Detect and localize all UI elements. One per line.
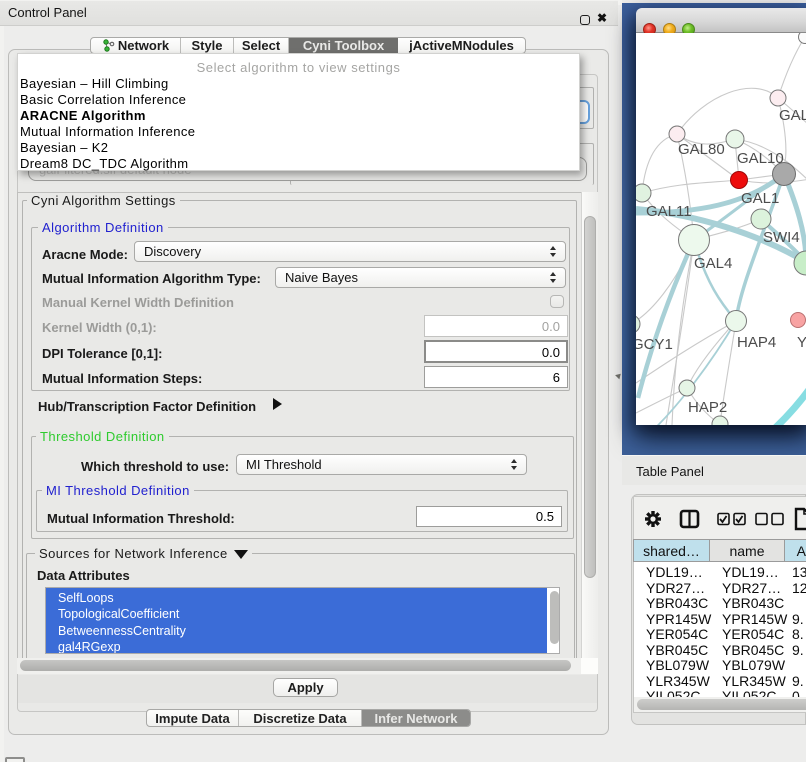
svg-text:GAL1: GAL1 xyxy=(741,190,779,207)
svg-text:GAL10: GAL10 xyxy=(737,150,784,167)
svg-text:GAL: GAL xyxy=(779,107,806,124)
svg-text:GCY1: GCY1 xyxy=(636,336,673,353)
svg-text:GAL4: GAL4 xyxy=(694,255,732,272)
svg-text:GAL80: GAL80 xyxy=(678,141,725,158)
svg-text:SWI4: SWI4 xyxy=(763,229,800,246)
svg-text:GAL11: GAL11 xyxy=(646,203,692,220)
svg-text:HAP2: HAP2 xyxy=(688,399,727,416)
svg-text:Y: Y xyxy=(797,334,806,351)
svg-text:HAP4: HAP4 xyxy=(737,334,776,351)
